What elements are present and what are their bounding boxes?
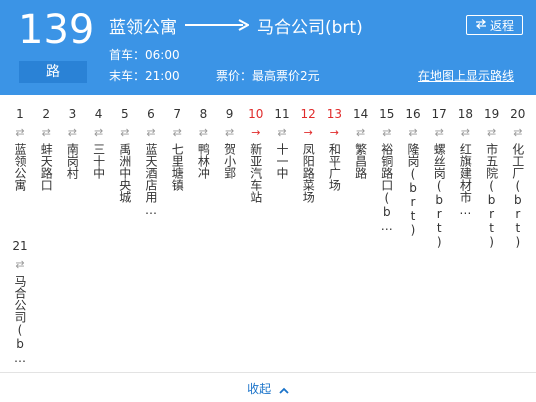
- stop-item[interactable]: 16 ⇄ 隆岗(brt): [403, 107, 423, 237]
- stop-name: 禹洲中央城: [117, 143, 132, 203]
- stop-item[interactable]: 12 → 凤阳路菜场: [298, 107, 318, 203]
- stop-number: 16: [405, 107, 421, 121]
- bidirectional-arrows-icon: ⇄: [460, 126, 470, 139]
- stop-name: 蚌天路口: [39, 143, 54, 191]
- stop-name: 螺丝岗(brt): [432, 143, 447, 249]
- stop-item[interactable]: 8 ⇄ 鸭林冲: [193, 107, 213, 179]
- stop-item[interactable]: 3 ⇄ 南岗村: [62, 107, 82, 179]
- stop-number: 1: [16, 107, 24, 121]
- stop-number: 20: [510, 107, 526, 121]
- stop-item[interactable]: 6 ⇄ 蓝天酒店用…: [141, 107, 161, 217]
- bidirectional-arrows-icon: ⇄: [355, 126, 366, 139]
- bidirectional-arrows-icon: ⇄: [120, 126, 130, 139]
- stop-item[interactable]: 19 ⇄ 市五院(brt): [482, 107, 502, 249]
- collapse-button[interactable]: 收起: [0, 380, 536, 397]
- stop-item[interactable]: 17 ⇄ 螺丝岗(brt): [429, 107, 449, 249]
- stop-number: 18: [457, 107, 474, 121]
- stop-name: 七里塘镇: [170, 143, 185, 191]
- stop-item[interactable]: 15 ⇄ 裕铜路口(b…: [377, 107, 397, 233]
- stop-name: 市五院(brt): [484, 143, 499, 249]
- stop-name: 隆岗(brt): [406, 143, 420, 237]
- red-arrow-icon: →: [303, 126, 313, 139]
- stop-item[interactable]: 20 ⇄ 化工厂(brt): [508, 107, 528, 249]
- stop-name: 三十中: [91, 143, 106, 179]
- stop-name: 贺小郢: [222, 143, 237, 179]
- bidirectional-arrows-icon: ⇄: [224, 126, 235, 139]
- stop-number: 3: [68, 107, 77, 121]
- divider: [0, 372, 536, 373]
- stop-number: 11: [274, 107, 290, 121]
- bidirectional-arrows-icon: ⇄: [172, 126, 182, 139]
- stop-number: 12: [300, 107, 316, 121]
- stop-name: 马合公司(b…: [13, 275, 27, 365]
- stop-number: 14: [352, 107, 369, 121]
- stop-name: 裕铜路口(b…: [379, 143, 394, 233]
- stop-item[interactable]: 1 ⇄ 蓝领公寓: [10, 107, 30, 191]
- bidirectional-arrows-icon: ⇄: [198, 126, 208, 139]
- stop-name: 十一中: [275, 143, 289, 179]
- bidirectional-arrows-icon: ⇄: [408, 126, 418, 139]
- collapse-label: 收起: [247, 382, 272, 396]
- stop-name: 新亚汽车站: [248, 143, 263, 203]
- stop-item[interactable]: 5 ⇄ 禹洲中央城: [115, 107, 135, 203]
- stop-number: 4: [94, 107, 103, 121]
- stop-number: 7: [173, 107, 181, 121]
- stop-name: 蓝天酒店用…: [144, 143, 158, 217]
- stop-item[interactable]: 13 → 和平广场: [324, 107, 344, 191]
- stop-number: 5: [120, 107, 129, 121]
- stop-item[interactable]: 9 ⇄ 贺小郢: [220, 107, 240, 179]
- stop-name: 蓝领公寓: [13, 143, 27, 191]
- stop-name: 鸭林冲: [196, 143, 211, 179]
- red-arrow-icon: →: [251, 126, 261, 139]
- bidirectional-arrows-icon: ⇄: [277, 126, 287, 139]
- chevron-up-icon: [279, 383, 289, 397]
- bidirectional-arrows-icon: ⇄: [486, 126, 497, 139]
- bidirectional-arrows-icon: ⇄: [382, 126, 392, 139]
- stop-name: 繁昌路: [353, 143, 368, 179]
- bidirectional-arrows-icon: ⇄: [146, 126, 156, 139]
- stop-name: 南岗村: [65, 143, 80, 179]
- bidirectional-arrows-icon: ⇄: [41, 126, 51, 139]
- stop-number: 2: [42, 107, 50, 121]
- stop-name: 红旗建材市…: [458, 143, 473, 217]
- stop-number: 21: [12, 239, 28, 253]
- bidirectional-arrows-icon: ⇄: [434, 126, 444, 139]
- stop-list: 1 ⇄ 蓝领公寓 2 ⇄ 蚌天路口 3 ⇄ 南岗村 4 ⇄ 三十中 5 ⇄ 禹洲中央城 6 ⇄ 蓝天酒店用… 7 ⇄ 七…: [0, 0, 536, 402]
- stop-item[interactable]: 21 ⇄ 马合公司(b…: [10, 239, 30, 365]
- stop-item[interactable]: 10 → 新亚汽车站: [246, 107, 266, 203]
- stop-item[interactable]: 2 ⇄ 蚌天路口: [36, 107, 56, 191]
- stop-name: 凤阳路菜场: [301, 143, 316, 203]
- stop-number: 9: [225, 107, 234, 121]
- stop-item[interactable]: 11 ⇄ 十一中: [272, 107, 292, 179]
- bidirectional-arrows-icon: ⇄: [67, 126, 77, 139]
- stop-number: 6: [147, 107, 155, 121]
- red-arrow-icon: →: [329, 126, 339, 139]
- stop-number: 19: [483, 107, 500, 121]
- stop-number: 17: [431, 107, 447, 121]
- stop-number: 15: [379, 107, 395, 121]
- bidirectional-arrows-icon: ⇄: [93, 126, 104, 139]
- stop-item[interactable]: 4 ⇄ 三十中: [89, 107, 109, 179]
- stop-item[interactable]: 18 ⇄ 红旗建材市…: [455, 107, 475, 217]
- bidirectional-arrows-icon: ⇄: [15, 126, 25, 139]
- stop-number: 8: [199, 107, 208, 121]
- stop-number: 10: [248, 107, 264, 121]
- stop-number: 13: [326, 107, 343, 121]
- bidirectional-arrows-icon: ⇄: [15, 258, 25, 271]
- bidirectional-arrows-icon: ⇄: [513, 126, 523, 139]
- stop-item[interactable]: 7 ⇄ 七里塘镇: [167, 107, 187, 191]
- stop-name: 化工厂(brt): [510, 143, 525, 249]
- stop-item[interactable]: 14 ⇄ 繁昌路: [351, 107, 371, 179]
- stop-name: 和平广场: [327, 143, 342, 191]
